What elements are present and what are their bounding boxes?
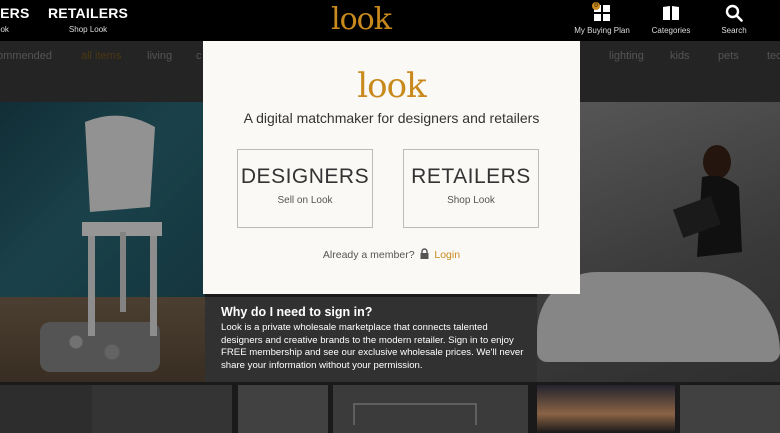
- chair-image: [82, 115, 162, 336]
- nav-item-lighting[interactable]: lighting: [609, 50, 644, 62]
- designers-subtitle: Sell on Look: [277, 195, 333, 206]
- categories-label: Categories: [651, 26, 691, 35]
- search-label: Search: [721, 26, 747, 35]
- desk-image: [353, 403, 477, 425]
- modal-logo: look: [357, 66, 426, 106]
- nav-item-recommended[interactable]: ommended: [0, 50, 52, 62]
- login-link[interactable]: Login: [434, 249, 460, 261]
- designers-nav[interactable]: IERS ook: [0, 5, 29, 34]
- product-tile[interactable]: [92, 385, 232, 433]
- nav-item-living[interactable]: living: [147, 50, 172, 62]
- search-icon: [725, 4, 743, 22]
- product-tile-sunset[interactable]: [537, 385, 675, 433]
- person-image: [673, 145, 742, 257]
- nav-item-all-items[interactable]: all items: [81, 50, 121, 62]
- nav-item-kids[interactable]: kids: [670, 50, 690, 62]
- categories-button[interactable]: Categories: [641, 4, 701, 35]
- product-tile[interactable]: [238, 385, 328, 433]
- nav-item-tech[interactable]: tec: [767, 50, 780, 62]
- retailers-nav[interactable]: RETAILERS Shop Look: [48, 5, 128, 34]
- buying-plan-label: My Buying Plan: [574, 26, 630, 35]
- sign-in-info-body: Look is a private wholesale marketplace …: [221, 322, 524, 371]
- book-icon: [663, 6, 679, 20]
- nav-item-pets[interactable]: pets: [718, 50, 739, 62]
- buying-plan-badge: 0: [592, 2, 600, 10]
- retailers-nav-sub: Shop Look: [68, 25, 108, 34]
- retailers-subtitle: Shop Look: [447, 195, 495, 206]
- retailers-title: RETAILERS: [411, 165, 531, 188]
- search-button[interactable]: Search: [704, 4, 764, 35]
- designers-title: DESIGNERS: [240, 165, 370, 188]
- sign-in-info-heading: Why do I need to sign in?: [221, 305, 373, 319]
- lock-icon: [420, 248, 429, 259]
- product-tile-pool-chair[interactable]: [0, 102, 205, 382]
- top-bar: IERS ook RETAILERS Shop Look look 0 My B…: [0, 0, 780, 41]
- designers-signup-button[interactable]: DESIGNERS Sell on Look: [237, 149, 373, 228]
- product-tile[interactable]: [680, 385, 780, 433]
- site-logo[interactable]: look: [331, 2, 392, 37]
- sign-in-modal: look A digital matchmaker for designers …: [203, 41, 580, 294]
- modal-tagline: A digital matchmaker for designers and r…: [243, 110, 540, 126]
- designers-nav-sub: ook: [0, 25, 9, 34]
- designers-nav-label: IERS: [0, 5, 30, 21]
- retailers-nav-label: RETAILERS: [48, 5, 129, 21]
- sign-in-info: Why do I need to sign in? Look is a priv…: [221, 305, 531, 372]
- my-buying-plan-button[interactable]: 0 My Buying Plan: [572, 2, 632, 35]
- product-tile-desk[interactable]: [333, 385, 528, 433]
- member-text: Already a member?: [322, 249, 415, 261]
- retailers-signup-button[interactable]: RETAILERS Shop Look: [403, 149, 539, 228]
- member-login-row: Already a member? Login: [203, 248, 580, 261]
- nav-item-partial[interactable]: c: [196, 50, 202, 62]
